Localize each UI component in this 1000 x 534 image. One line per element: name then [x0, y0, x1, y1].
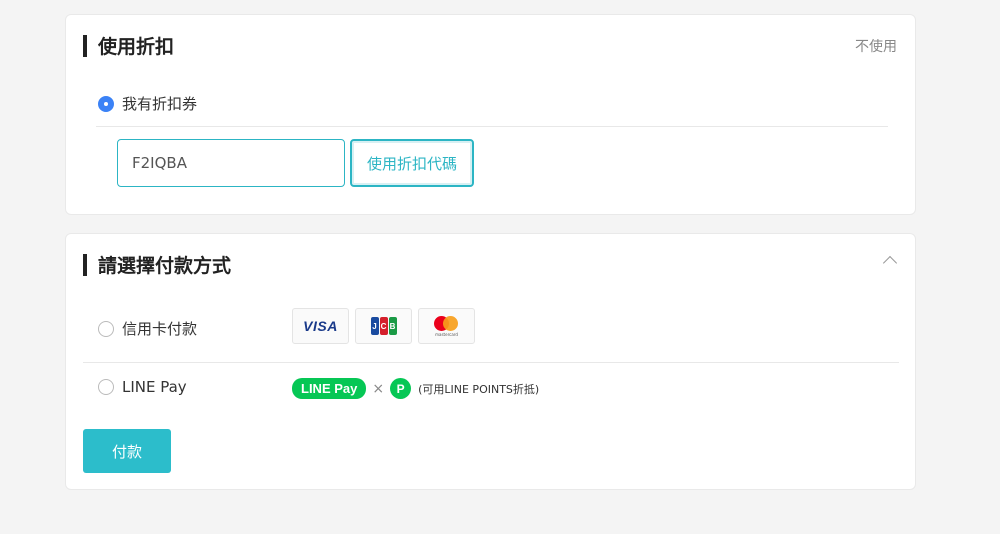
line-pay-label: LINE Pay	[122, 378, 187, 396]
visa-logo-icon: VISA	[292, 308, 349, 344]
title-bar	[83, 34, 87, 57]
collapse-chevron-up-icon[interactable]	[882, 255, 898, 271]
discount-section: 使用折扣 不使用 我有折扣券 使用折扣代碼	[65, 14, 916, 215]
line-pay-logo-icon: LINE Pay	[292, 378, 367, 399]
payment-title: 請選擇付款方式	[83, 251, 231, 278]
apply-coupon-button[interactable]: 使用折扣代碼	[350, 139, 474, 187]
payment-title-text: 請選擇付款方式	[98, 255, 232, 277]
coupon-option[interactable]: 我有折扣券	[98, 93, 197, 114]
line-pay-info: LINE Pay × P (可用LINE POINTS折抵)	[292, 378, 539, 399]
payment-section: 請選擇付款方式 信用卡付款 VISA J C B mastercard LINE…	[65, 233, 916, 490]
jcb-logo-icon: J C B	[355, 308, 412, 344]
line-points-note: (可用LINE POINTS折抵)	[418, 382, 540, 396]
title-bar	[83, 253, 87, 276]
coupon-radio[interactable]	[98, 95, 114, 112]
not-use-link[interactable]: 不使用	[855, 36, 897, 56]
divider	[83, 362, 899, 363]
payment-method-credit-card[interactable]: 信用卡付款	[98, 318, 197, 339]
credit-card-radio[interactable]	[98, 320, 114, 337]
times-icon: ×	[372, 380, 385, 397]
coupon-option-label: 我有折扣券	[122, 95, 198, 113]
line-pay-radio[interactable]	[98, 379, 114, 395]
credit-card-label: 信用卡付款	[122, 320, 198, 338]
divider	[96, 126, 888, 127]
discount-title: 使用折扣	[83, 32, 174, 59]
pay-button[interactable]: 付款	[83, 429, 171, 473]
payment-method-line-pay[interactable]: LINE Pay	[98, 378, 187, 396]
coupon-code-input[interactable]	[117, 139, 345, 187]
line-points-icon: P	[390, 378, 412, 399]
discount-title-text: 使用折扣	[98, 36, 175, 58]
mastercard-logo-icon: mastercard	[418, 308, 475, 344]
